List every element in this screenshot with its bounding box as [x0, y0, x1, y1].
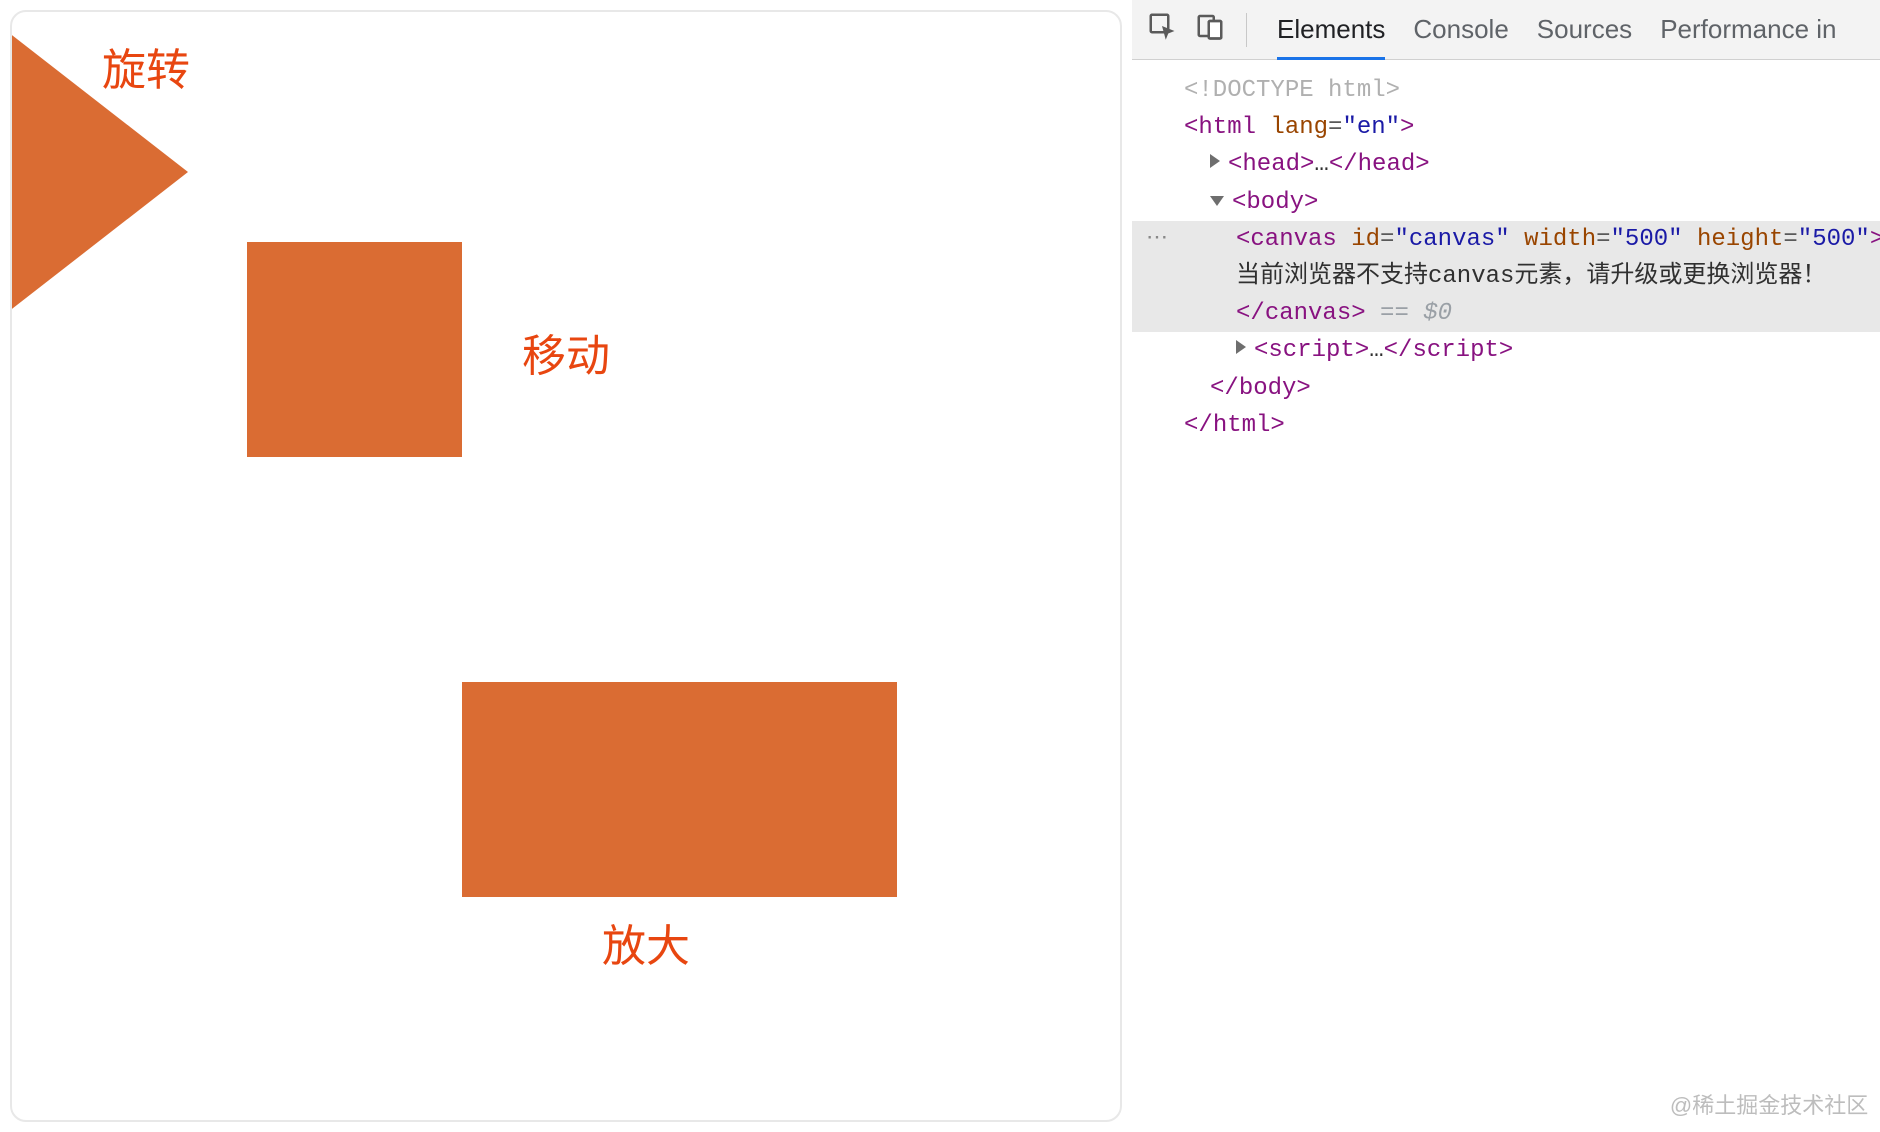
label-move: 移动: [522, 320, 610, 384]
dom-body-close[interactable]: </body>: [1132, 370, 1880, 407]
label-rotate: 旋转: [102, 34, 190, 98]
shape-move: [247, 242, 462, 457]
ellipsis: …: [1369, 337, 1383, 364]
dom-doctype[interactable]: <!DOCTYPE html>: [1132, 72, 1880, 109]
dom-canvas-close[interactable]: </canvas> == $0: [1132, 295, 1880, 332]
collapse-arrow-icon[interactable]: [1210, 196, 1224, 206]
inspect-element-button[interactable]: [1140, 8, 1184, 52]
tab-elements[interactable]: Elements: [1277, 0, 1385, 59]
label-scale: 放大: [602, 910, 690, 974]
dom-html-open[interactable]: <html lang="en">: [1132, 109, 1880, 146]
devtools-toolbar: Elements Console Sources Performance in: [1132, 0, 1880, 60]
tab-performance[interactable]: Performance in: [1660, 0, 1836, 59]
selected-marker-icon: ⋯: [1146, 222, 1170, 256]
inspect-element-icon: [1147, 11, 1177, 48]
toolbar-divider: [1246, 13, 1247, 47]
devtools-panel: Elements Console Sources Performance in …: [1132, 0, 1880, 1132]
dom-html-close[interactable]: </html>: [1132, 407, 1880, 444]
canvas-element[interactable]: 旋转 移动 放大: [10, 10, 1122, 1122]
tab-sources[interactable]: Sources: [1537, 0, 1632, 59]
canvas-panel: 旋转 移动 放大: [0, 0, 1132, 1132]
device-toolbar-icon: [1195, 11, 1225, 48]
ellipsis: …: [1314, 151, 1328, 178]
attr-id-value: "canvas": [1394, 226, 1509, 253]
expand-arrow-icon[interactable]: [1210, 154, 1220, 168]
devtools-tabs: Elements Console Sources Performance in: [1261, 0, 1837, 59]
elements-tree[interactable]: <!DOCTYPE html> <html lang="en"> <head>……: [1132, 60, 1880, 444]
tab-console[interactable]: Console: [1413, 0, 1508, 59]
shape-scale: [462, 682, 897, 897]
attr-height-value: "500": [1798, 226, 1870, 253]
dom-canvas-open[interactable]: ⋯ <canvas id="canvas" width="500" height…: [1132, 221, 1880, 258]
dom-canvas-fallback[interactable]: 当前浏览器不支持canvas元素，请升级或更换浏览器！: [1132, 258, 1880, 295]
device-toolbar-button[interactable]: [1188, 8, 1232, 52]
dom-head[interactable]: <head>…</head>: [1132, 146, 1880, 183]
dom-script[interactable]: <script>…</script>: [1132, 332, 1880, 369]
expand-arrow-icon[interactable]: [1236, 340, 1246, 354]
doctype-text: <!DOCTYPE html>: [1184, 77, 1400, 104]
attr-width-value: "500": [1611, 226, 1683, 253]
watermark: @稀土掘金技术社区: [1670, 1088, 1868, 1120]
canvas-fallback-text: 当前浏览器不支持canvas元素，请升级或更换浏览器！: [1236, 263, 1826, 290]
selection-hint: == $0: [1366, 300, 1452, 327]
dom-body-open[interactable]: <body>: [1132, 184, 1880, 221]
